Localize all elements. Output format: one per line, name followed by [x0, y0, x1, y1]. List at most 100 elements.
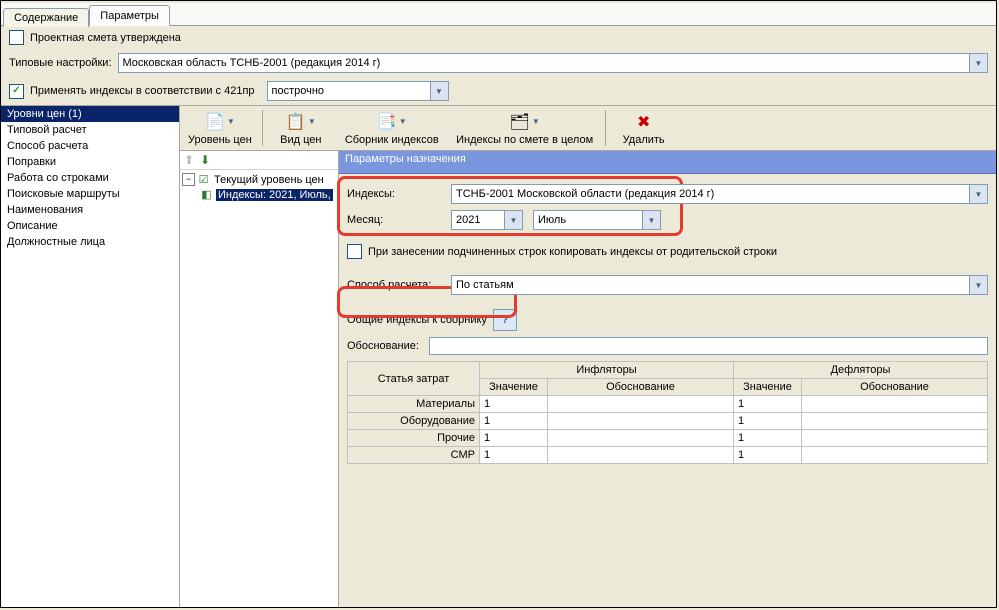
- indices-table: Статья затрат Инфляторы Дефляторы Значен…: [347, 361, 988, 464]
- year-dropdown[interactable]: 2021 ▼: [451, 210, 523, 230]
- sidebar-item-type-calc[interactable]: Типовой расчет: [1, 122, 179, 138]
- chevron-down-icon[interactable]: ▼: [504, 211, 522, 229]
- tb-delete-label: Удалить: [623, 134, 665, 146]
- chevron-down-icon[interactable]: ▼: [969, 54, 987, 72]
- indexes-dropdown[interactable]: ТСНБ-2001 Московской области (редакция 2…: [451, 184, 988, 204]
- cell[interactable]: [548, 413, 734, 430]
- tab-content[interactable]: Содержание: [3, 8, 89, 27]
- tree-child-label[interactable]: Индексы: 2021, Июль,: [216, 189, 333, 201]
- cell[interactable]: 1: [480, 447, 548, 464]
- tb-collection-label: Сборник индексов: [345, 134, 439, 146]
- whole-icon: 🗂▼: [513, 111, 537, 133]
- type-settings-dropdown[interactable]: Московская область ТСНБ-2001 (редакция 2…: [118, 53, 988, 73]
- year-value: 2021: [452, 214, 504, 226]
- cell[interactable]: [548, 447, 734, 464]
- calc-method-dropdown[interactable]: По статьям ▼: [451, 275, 988, 295]
- month-value: Июль: [534, 214, 642, 226]
- cell[interactable]: [802, 413, 988, 430]
- col-cost-item: Статья затрат: [348, 362, 480, 396]
- indexes-label: Индексы:: [347, 188, 451, 200]
- tb-view[interactable]: 📋▼ Вид цен: [265, 106, 337, 150]
- toolbar: 📄▼ Уровень цен 📋▼ Вид цен 📑▼ Сборник инд…: [180, 106, 996, 151]
- row-name: Материалы: [348, 396, 480, 413]
- folder-check-icon: ☑: [197, 173, 210, 186]
- index-icon: ◧: [200, 188, 213, 201]
- cell[interactable]: 1: [734, 430, 802, 447]
- cell[interactable]: [548, 430, 734, 447]
- tb-whole-label: Индексы по смете в целом: [456, 134, 593, 146]
- tb-view-label: Вид цен: [280, 134, 321, 146]
- col-inflators: Инфляторы: [480, 362, 734, 379]
- sidebar-item-price-levels[interactable]: Уровни цен (1): [1, 106, 179, 122]
- apply-indexes-value: построчно: [268, 85, 430, 97]
- tab-params[interactable]: Параметры: [89, 5, 170, 26]
- help-icon[interactable]: ?: [493, 309, 517, 331]
- sidebar-item-rows[interactable]: Работа со строками: [1, 170, 179, 186]
- sidebar-item-routes[interactable]: Поисковые маршруты: [1, 186, 179, 202]
- cell[interactable]: [802, 396, 988, 413]
- tb-whole[interactable]: 🗂▼ Индексы по смете в целом: [447, 106, 603, 150]
- cell[interactable]: 1: [480, 396, 548, 413]
- col-def-value: Значение: [734, 379, 802, 396]
- sidebar-item-description[interactable]: Описание: [1, 218, 179, 234]
- apply-indexes-dropdown[interactable]: построчно ▼: [267, 81, 449, 101]
- sidebar-item-calc-method[interactable]: Способ расчета: [1, 138, 179, 154]
- type-settings-value: Московская область ТСНБ-2001 (редакция 2…: [119, 57, 969, 69]
- section-list: Уровни цен (1) Типовой расчет Способ рас…: [1, 106, 180, 607]
- level-icon: 📄▼: [208, 111, 232, 133]
- approved-checkbox[interactable]: [9, 30, 24, 45]
- view-icon: 📋▼: [289, 111, 313, 133]
- cell[interactable]: 1: [480, 430, 548, 447]
- sidebar-item-names[interactable]: Наименования: [1, 202, 179, 218]
- tb-level-label: Уровень цен: [188, 134, 252, 146]
- col-inf-value: Значение: [480, 379, 548, 396]
- copy-indexes-checkbox[interactable]: [347, 244, 362, 259]
- month-dropdown[interactable]: Июль ▼: [533, 210, 661, 230]
- chevron-down-icon[interactable]: ▼: [430, 82, 448, 100]
- justification-label: Обоснование:: [347, 340, 429, 352]
- cell[interactable]: 1: [734, 396, 802, 413]
- month-label: Месяц:: [347, 214, 451, 226]
- sidebar-item-corrections[interactable]: Поправки: [1, 154, 179, 170]
- toolbar-sep: [262, 110, 263, 146]
- delete-icon: ✖: [632, 111, 656, 133]
- chevron-down-icon[interactable]: ▼: [642, 211, 660, 229]
- type-settings-label: Типовые настройки:: [9, 57, 112, 69]
- toolbar-sep: [605, 110, 606, 146]
- calc-method-value: По статьям: [452, 279, 969, 291]
- level-tree: ⬆ ⬇ − ☑ Текущий уровень цен ◧ Индек: [180, 151, 339, 607]
- justification-input[interactable]: [429, 337, 988, 355]
- cell[interactable]: 1: [480, 413, 548, 430]
- calc-method-label: Способ расчета:: [347, 279, 451, 291]
- chevron-down-icon[interactable]: ▼: [969, 276, 987, 294]
- row-name: Прочие: [348, 430, 480, 447]
- cell[interactable]: [548, 396, 734, 413]
- apply-indexes-checkbox[interactable]: [9, 84, 24, 99]
- tree-root-label[interactable]: Текущий уровень цен: [213, 174, 325, 186]
- col-deflators: Дефляторы: [734, 362, 988, 379]
- row-name: Оборудование: [348, 413, 480, 430]
- cell[interactable]: 1: [734, 447, 802, 464]
- col-def-just: Обоснование: [802, 379, 988, 396]
- chevron-down-icon[interactable]: ▼: [969, 185, 987, 203]
- tb-level[interactable]: 📄▼ Уровень цен: [180, 106, 260, 150]
- collection-icon: 📑▼: [380, 111, 404, 133]
- tb-delete[interactable]: ✖ Удалить: [608, 106, 680, 150]
- top-tabs: Содержание Параметры: [1, 3, 996, 26]
- params-header: Параметры назначения: [339, 151, 996, 174]
- indexes-value: ТСНБ-2001 Московской области (редакция 2…: [452, 188, 969, 200]
- approved-label: Проектная смета утверждена: [30, 32, 181, 44]
- cell[interactable]: 1: [734, 413, 802, 430]
- cell[interactable]: [802, 447, 988, 464]
- tb-collection[interactable]: 📑▼ Сборник индексов: [337, 106, 447, 150]
- move-up-icon[interactable]: ⬆: [184, 154, 194, 166]
- col-inf-just: Обоснование: [548, 379, 734, 396]
- apply-indexes-label: Применять индексы в соответствии с 421пр: [30, 85, 255, 97]
- row-name: СМР: [348, 447, 480, 464]
- common-indexes-label: Общие индексы к сборнику: [347, 314, 487, 326]
- cell[interactable]: [802, 430, 988, 447]
- sidebar-item-officials[interactable]: Должностные лица: [1, 234, 179, 250]
- copy-indexes-label: При занесении подчиненных строк копирова…: [368, 246, 777, 258]
- tree-toggle-icon[interactable]: −: [182, 173, 195, 186]
- move-down-icon[interactable]: ⬇: [200, 154, 210, 166]
